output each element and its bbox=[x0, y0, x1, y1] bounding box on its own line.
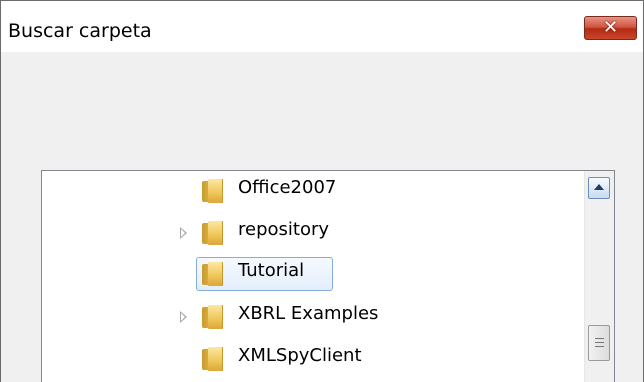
tree-item-label: repository bbox=[238, 219, 330, 240]
close-button[interactable]: ✕ bbox=[584, 16, 637, 40]
tree-item-label: XBRL Examples bbox=[238, 303, 379, 324]
folder-icon bbox=[202, 179, 224, 203]
folder-tree[interactable]: Office2007 repository Tutorial XBRL Exam… bbox=[41, 170, 615, 382]
dialog-title: Buscar carpeta bbox=[8, 20, 152, 42]
folder-icon bbox=[202, 221, 224, 245]
tree-item-tutorial[interactable]: Tutorial bbox=[196, 257, 333, 291]
scrollbar-thumb[interactable] bbox=[588, 325, 610, 361]
scroll-up-arrow-icon bbox=[594, 184, 604, 190]
scroll-up-button[interactable] bbox=[588, 177, 610, 199]
expand-arrow-icon[interactable] bbox=[180, 311, 187, 323]
close-icon: ✕ bbox=[602, 17, 619, 38]
folder-icon bbox=[202, 347, 224, 371]
tree-item-label: Office2007 bbox=[238, 177, 337, 198]
tree-item-label: XMLSpyClient bbox=[238, 345, 362, 366]
dialog-titlebar: Buscar carpeta ✕ bbox=[0, 0, 644, 53]
tree-item-xmlspyclient[interactable]: XMLSpyClient bbox=[202, 343, 422, 377]
folder-icon bbox=[202, 305, 224, 329]
vertical-scrollbar[interactable] bbox=[584, 171, 614, 382]
tree-item-xbrl-examples[interactable]: XBRL Examples bbox=[180, 301, 422, 335]
expand-arrow-icon[interactable] bbox=[180, 227, 187, 239]
tree-item-office2007[interactable]: Office2007 bbox=[202, 175, 402, 209]
folder-icon bbox=[202, 262, 224, 286]
tree-item-label: Tutorial bbox=[238, 260, 305, 281]
tree-item-repository[interactable]: repository bbox=[180, 217, 402, 251]
